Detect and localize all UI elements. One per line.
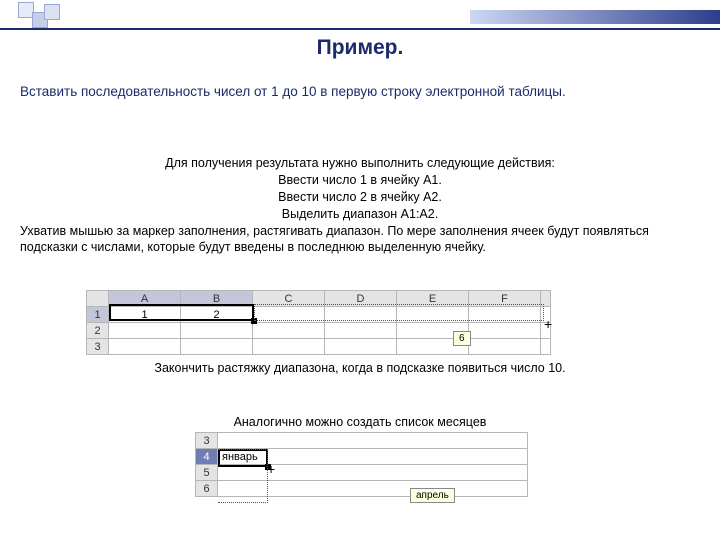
row-header[interactable]: 3 bbox=[87, 339, 109, 355]
slide-header-deco bbox=[0, 0, 720, 30]
instruction-line: Выделить диапазон A1:A2. bbox=[20, 206, 700, 223]
instruction-line: Ввести число 2 в ячейку A2. bbox=[20, 189, 700, 206]
cell-f3[interactable] bbox=[469, 339, 541, 355]
cell-a1[interactable]: 1 bbox=[109, 307, 181, 323]
column-header-partial[interactable] bbox=[541, 291, 551, 307]
cell-row6[interactable] bbox=[218, 481, 528, 497]
deco-square bbox=[44, 4, 60, 20]
cell-d2[interactable] bbox=[325, 323, 397, 339]
column-header[interactable]: E bbox=[397, 291, 469, 307]
months-note: Аналогично можно создать список месяцев bbox=[20, 415, 700, 429]
cell-d1[interactable] bbox=[325, 307, 397, 323]
row-header[interactable]: 1 bbox=[87, 307, 109, 323]
cell-b1[interactable]: 2 bbox=[181, 307, 253, 323]
fill-handle[interactable] bbox=[251, 318, 257, 324]
spreadsheet-example-1: A B C D E F 1 1 2 2 bbox=[86, 290, 551, 355]
row-header[interactable]: 4 bbox=[196, 449, 218, 465]
row-header[interactable]: 6 bbox=[196, 481, 218, 497]
cell-c3[interactable] bbox=[253, 339, 325, 355]
cell-b2[interactable] bbox=[181, 323, 253, 339]
cell-c1[interactable] bbox=[253, 307, 325, 323]
cell-e1[interactable] bbox=[397, 307, 469, 323]
page-title: Пример. bbox=[0, 36, 720, 60]
finish-note: Закончить растяжку диапазона, когда в по… bbox=[20, 361, 700, 375]
cell-c2[interactable] bbox=[253, 323, 325, 339]
autofill-tooltip: апрель bbox=[410, 488, 455, 503]
cell-row4[interactable]: январь bbox=[218, 449, 528, 465]
spreadsheet-example-2: 3 4 январь 5 6 + апрель bbox=[195, 432, 528, 497]
row-header[interactable]: 3 bbox=[196, 433, 218, 449]
cell-a2[interactable] bbox=[109, 323, 181, 339]
autofill-tooltip: 6 bbox=[453, 331, 471, 346]
instructions-block: Для получения результата нужно выполнить… bbox=[20, 155, 700, 256]
cross-cursor-icon: + bbox=[544, 317, 552, 331]
instruction-line: Для получения результата нужно выполнить… bbox=[20, 155, 700, 172]
row-header[interactable]: 2 bbox=[87, 323, 109, 339]
column-header[interactable]: D bbox=[325, 291, 397, 307]
cell-row5[interactable] bbox=[218, 465, 528, 481]
cell-b3[interactable] bbox=[181, 339, 253, 355]
cell-f2[interactable] bbox=[469, 323, 541, 339]
cross-cursor-icon: + bbox=[267, 462, 275, 476]
cell-f1[interactable] bbox=[469, 307, 541, 323]
column-header[interactable]: A bbox=[109, 291, 181, 307]
cell-a3[interactable] bbox=[109, 339, 181, 355]
subtitle: Вставить последовательность чисел от 1 д… bbox=[20, 84, 700, 99]
cell-partial[interactable] bbox=[541, 339, 551, 355]
select-all-corner[interactable] bbox=[87, 291, 109, 307]
row-header[interactable]: 5 bbox=[196, 465, 218, 481]
cell-d3[interactable] bbox=[325, 339, 397, 355]
cell-row3[interactable] bbox=[218, 433, 528, 449]
column-header[interactable]: C bbox=[253, 291, 325, 307]
column-header[interactable]: F bbox=[469, 291, 541, 307]
instruction-line: Ухватив мышью за маркер заполнения, раст… bbox=[20, 223, 700, 257]
column-header[interactable]: B bbox=[181, 291, 253, 307]
instruction-line: Ввести число 1 в ячейку A1. bbox=[20, 172, 700, 189]
header-stripe bbox=[470, 10, 720, 24]
